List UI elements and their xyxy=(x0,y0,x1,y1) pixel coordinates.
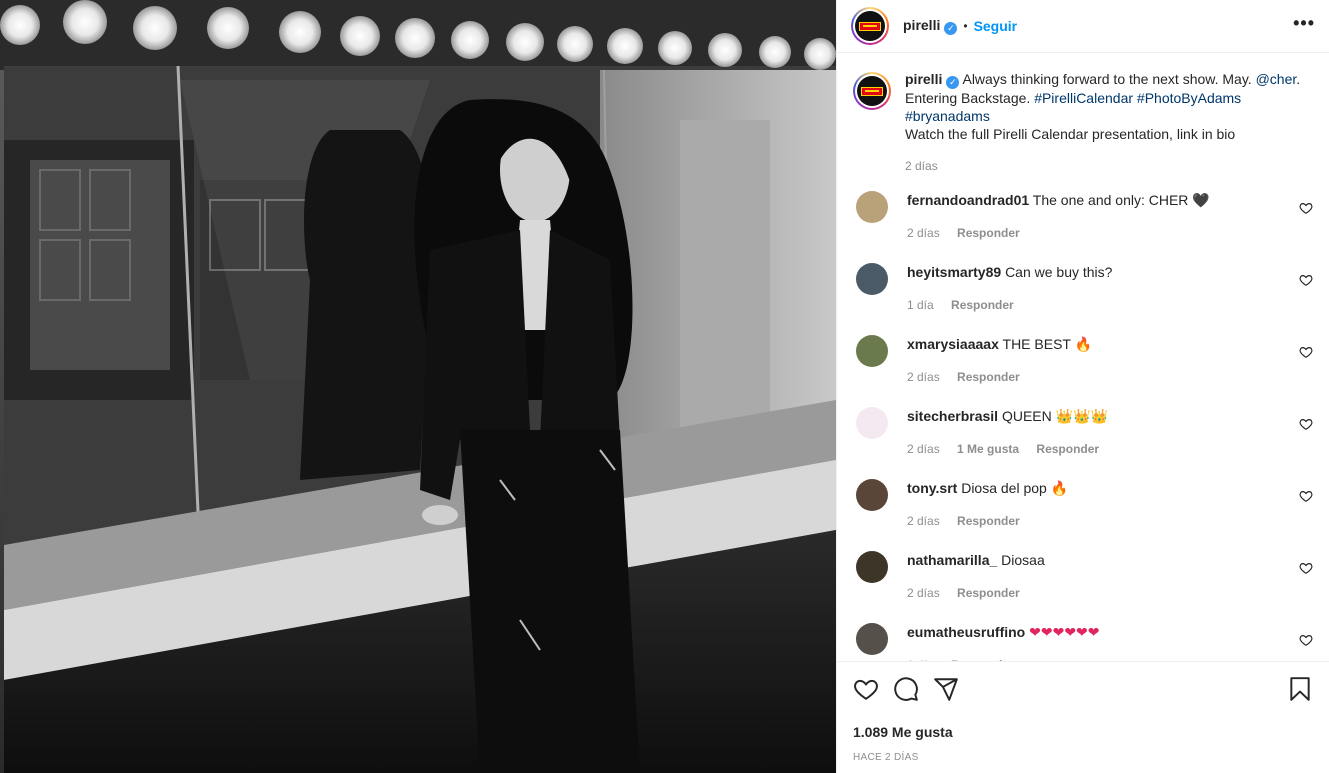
commenter-avatar[interactable] xyxy=(856,406,888,439)
comment-body: eumatheusruffino ❤❤❤❤❤❤ 1 día Responder xyxy=(907,623,1313,662)
comment-emoji: 🖤 xyxy=(1192,192,1210,209)
comment-username[interactable]: fernandoandrad01 xyxy=(907,192,1029,208)
comment-text: QUEEN xyxy=(1001,407,1052,424)
comment-like-heart-icon[interactable] xyxy=(1299,633,1313,647)
comments-list[interactable]: pirelli ✓ Always thinking forward to the … xyxy=(837,54,1329,661)
post-caption: pirelli ✓ Always thinking forward to the … xyxy=(853,70,1313,175)
pirelli-logo-icon xyxy=(859,21,881,31)
comment-text: Diosaa xyxy=(1001,551,1045,568)
comment-body: sitecherbrasil QUEEN 👑👑👑 2 días 1 Me gus… xyxy=(907,407,1313,463)
comment-text: Diosa del pop xyxy=(961,479,1047,496)
reply-button[interactable]: Responder xyxy=(957,370,1020,384)
comment-like-heart-icon[interactable] xyxy=(1299,201,1313,215)
comment-username[interactable]: xmarysiaaaax xyxy=(907,336,999,352)
comment-like-heart-icon[interactable] xyxy=(1299,561,1313,575)
comment-text: The one and only: CHER xyxy=(1032,191,1189,208)
reply-button[interactable]: Responder xyxy=(957,226,1020,240)
comment-username[interactable]: nathamarilla_ xyxy=(907,552,997,568)
comment-meta: 2 días Responder xyxy=(907,584,1313,602)
action-bar: 1.089 Me gusta HACE 2 DÍAS xyxy=(837,661,1329,773)
comment-item: tony.srt Diosa del pop 🔥 2 días Responde… xyxy=(853,478,1313,535)
comment-like-heart-icon[interactable] xyxy=(1299,489,1313,503)
commenter-avatar[interactable] xyxy=(856,550,888,583)
pirelli-avatar[interactable] xyxy=(851,7,889,45)
comment-item: sitecherbrasil QUEEN 👑👑👑 2 días 1 Me gus… xyxy=(853,406,1313,463)
comment-text: THE BEST xyxy=(1002,335,1071,352)
comment-time[interactable]: 2 días xyxy=(907,586,940,600)
comment-username[interactable]: sitecherbrasil xyxy=(907,408,998,424)
caption-time: 2 días xyxy=(905,158,938,173)
caption-mention-link[interactable]: @cher xyxy=(1256,71,1297,87)
comment-body: tony.srt Diosa del pop 🔥 2 días Responde… xyxy=(907,479,1313,535)
backstage-photo xyxy=(0,0,836,773)
comment-like-heart-icon[interactable] xyxy=(1299,345,1313,359)
comment-item: fernandoandrad01 The one and only: CHER … xyxy=(853,190,1313,247)
comment-item: eumatheusruffino ❤❤❤❤❤❤ 1 día Responder xyxy=(853,622,1313,662)
comment-body: xmarysiaaaax THE BEST 🔥 2 días Responder xyxy=(907,335,1313,391)
commenter-avatar[interactable] xyxy=(856,190,888,223)
commenter-avatar[interactable] xyxy=(856,478,888,511)
caption-text-3: Watch the full Pirelli Calendar presenta… xyxy=(905,125,1236,142)
comment-item: heyitsmarty89 Can we buy this? 1 día Res… xyxy=(853,262,1313,319)
commenter-avatar[interactable] xyxy=(856,262,888,295)
comment-time[interactable]: 2 días xyxy=(907,370,940,384)
comment-like-heart-icon[interactable] xyxy=(1299,417,1313,431)
header-username[interactable]: pirelli ✓ xyxy=(903,17,958,35)
share-icon[interactable] xyxy=(933,676,959,702)
comment-time[interactable]: 2 días xyxy=(907,442,940,456)
comment-item: xmarysiaaaax THE BEST 🔥 2 días Responder xyxy=(853,334,1313,391)
action-row xyxy=(853,674,1313,704)
pirelli-logo-icon xyxy=(861,86,883,96)
comment-icon[interactable] xyxy=(893,676,919,702)
caption-avatar[interactable] xyxy=(853,72,891,110)
comment-emoji: 🔥 xyxy=(1050,480,1069,497)
comment-meta: 2 días Responder xyxy=(907,224,1313,242)
commenter-avatar[interactable] xyxy=(856,622,888,655)
reply-button[interactable]: Responder xyxy=(957,586,1020,600)
save-icon[interactable] xyxy=(1287,676,1313,702)
verified-icon: ✓ xyxy=(946,75,960,89)
comment-body: fernandoandrad01 The one and only: CHER … xyxy=(907,191,1313,247)
comment-body: heyitsmarty89 Can we buy this? 1 día Res… xyxy=(907,263,1313,319)
comment-time[interactable]: 2 días xyxy=(907,226,940,240)
caption-text-1: Always thinking forward to the next show… xyxy=(962,71,1256,87)
post-panel: pirelli ✓ • Seguir ••• pirelli ✓ Always th… xyxy=(836,0,1329,773)
comment-likes[interactable]: 1 Me gusta xyxy=(957,442,1019,456)
comment-time[interactable]: 1 día xyxy=(907,298,934,312)
caption-body: pirelli ✓ Always thinking forward to the … xyxy=(905,70,1313,175)
comment-meta: 1 día Responder xyxy=(907,296,1313,314)
comment-username[interactable]: tony.srt xyxy=(907,480,957,496)
comment-body: nathamarilla_ Diosaa 2 días Responder xyxy=(907,551,1313,607)
comment-container: fernandoandrad01 The one and only: CHER … xyxy=(853,190,1313,662)
comment-text: Can we buy this? xyxy=(1005,263,1113,280)
username-text[interactable]: pirelli xyxy=(903,17,940,33)
commenter-avatar[interactable] xyxy=(856,334,888,367)
comment-emoji: 👑👑👑 xyxy=(1055,408,1108,425)
reply-button[interactable]: Responder xyxy=(957,514,1020,528)
verified-icon: ✓ xyxy=(944,22,958,35)
dot-separator: • xyxy=(963,19,968,33)
comment-emoji: ❤❤❤❤❤❤ xyxy=(1029,624,1100,641)
post-photo[interactable] xyxy=(0,0,836,773)
comment-meta: 2 días Responder xyxy=(907,512,1313,530)
follow-button[interactable]: Seguir xyxy=(974,18,1018,34)
comment-username[interactable]: heyitsmarty89 xyxy=(907,264,1001,280)
comment-like-heart-icon[interactable] xyxy=(1299,273,1313,287)
reply-button[interactable]: Responder xyxy=(951,298,1014,312)
reply-button[interactable]: Responder xyxy=(1036,442,1099,456)
comment-item: nathamarilla_ Diosaa 2 días Responder xyxy=(853,550,1313,607)
comment-meta: 2 días Responder xyxy=(907,368,1313,386)
comment-username[interactable]: eumatheusruffino xyxy=(907,624,1025,640)
caption-username[interactable]: pirelli xyxy=(905,71,942,87)
post-header: pirelli ✓ • Seguir ••• xyxy=(837,0,1329,53)
comment-emoji: 🔥 xyxy=(1074,336,1093,353)
comment-time[interactable]: 2 días xyxy=(907,514,940,528)
heart-icon[interactable] xyxy=(853,676,879,702)
likes-count[interactable]: 1.089 Me gusta xyxy=(853,724,1313,740)
more-options-icon[interactable]: ••• xyxy=(1293,14,1315,32)
comment-meta: 2 días 1 Me gusta Responder xyxy=(907,440,1313,458)
post-date[interactable]: HACE 2 DÍAS xyxy=(853,752,1313,763)
